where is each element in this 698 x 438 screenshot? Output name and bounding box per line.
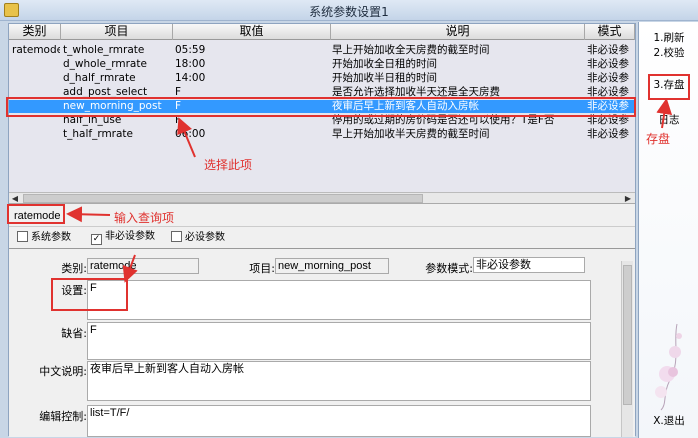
table-cell-mode: 非必设参 [587, 58, 629, 70]
table-cell-desc: 开始加收半日租的时间 [332, 72, 437, 84]
column-header-desc[interactable]: 说明 [331, 24, 585, 40]
title-bar: 系统参数设置1 [0, 0, 698, 21]
scroll-thumb[interactable] [23, 194, 423, 203]
column-header-category[interactable]: 类别 [9, 24, 61, 40]
edit-control-label: 编辑控制: [39, 410, 87, 423]
table-cell-value: 14:00 [175, 72, 206, 84]
description-label: 中文说明: [39, 365, 87, 378]
mode-field[interactable]: 非必设参数 [473, 257, 585, 273]
save-annotation: 存盘 [646, 132, 671, 146]
table-cell-item: t_whole_rmrate [63, 44, 145, 56]
description-field[interactable]: 夜审后早上新到客人自动入房帐 [87, 361, 591, 401]
query-input-highlight [7, 204, 65, 224]
table-cell-desc: 开始加收全日租的时间 [332, 58, 437, 70]
column-header-value[interactable]: 取值 [173, 24, 331, 40]
exit-button[interactable]: X.退出 [639, 414, 698, 428]
category-label: 类别: [61, 262, 87, 275]
checkbox-checked-icon[interactable]: ✓ [91, 234, 102, 245]
table-cell-category: ratemode [12, 44, 60, 56]
column-header-item[interactable]: 项目 [61, 24, 173, 40]
setting-field[interactable]: F [87, 280, 591, 320]
filter-label: 系统参数 [31, 232, 71, 243]
table-cell-category [12, 72, 60, 85]
scroll-left-icon[interactable]: ◀ [9, 193, 21, 203]
table-cell-value: 05:59 [175, 44, 206, 56]
default-label: 缺省: [61, 327, 87, 340]
table-cell-category [12, 58, 60, 71]
edit-control-field[interactable]: list=T/F/ [87, 405, 591, 437]
query-row [9, 205, 635, 227]
table-cell-item: t_half_rmrate [63, 128, 134, 140]
scroll-thumb[interactable] [623, 265, 632, 405]
filter-system-params[interactable]: 系统参数 [17, 231, 71, 245]
detail-vertical-scrollbar[interactable] [621, 261, 633, 437]
window-title: 系统参数设置1 [309, 5, 389, 19]
verify-button[interactable]: 2.校验 [639, 46, 698, 60]
flower-decoration-icon [655, 323, 682, 411]
item-label: 项目: [249, 262, 275, 275]
select-item-annotation: 选择此项 [204, 158, 253, 172]
table-row[interactable]: d_whole_rmrate 18:00 开始加收全日租的时间 非必设参 [9, 58, 635, 71]
scroll-right-icon[interactable]: ▶ [622, 193, 634, 203]
mode-label: 参数模式: [425, 262, 473, 275]
filter-required-params[interactable]: 必设参数 [171, 231, 225, 245]
selected-row-highlight [6, 97, 636, 117]
setting-field-highlight [51, 278, 128, 311]
item-field: new_morning_post [275, 258, 389, 274]
column-header-mode[interactable]: 模式 [585, 24, 635, 40]
table-row[interactable]: ratemode t_whole_rmrate 05:59 早上开始加收全天房费的截至… [9, 44, 635, 57]
save-button-highlight [648, 74, 690, 100]
category-field: ratemode [87, 258, 199, 274]
grid-horizontal-scrollbar[interactable]: ◀ ▶ [9, 192, 635, 203]
grid-header: 类别 项目 取值 说明 模式 [9, 24, 635, 40]
table-cell-value: 18:00 [175, 58, 206, 70]
table-cell-mode: 非必设参 [587, 128, 629, 140]
table-cell-value: 06:00 [175, 128, 206, 140]
input-query-annotation: 输入查询项 [114, 211, 175, 225]
table-cell-category [12, 128, 60, 141]
filter-row: 系统参数 ✓ 非必设参数 必设参数 [9, 228, 635, 246]
main-panel: 类别 项目 取值 说明 模式 ratemode t_whole_rmrate 05:… [8, 23, 636, 437]
table-row[interactable]: t_half_rmrate 06:00 早上开始加收半天房费的截至时间 非必设参 [9, 128, 635, 141]
checkbox-icon[interactable] [171, 231, 182, 242]
log-button[interactable]: 日志 [639, 113, 698, 127]
table-row[interactable]: d_half_rmrate 14:00 开始加收半日租的时间 非必设参 [9, 72, 635, 85]
filter-label: 必设参数 [185, 232, 225, 243]
table-cell-mode: 非必设参 [587, 72, 629, 84]
table-cell-desc: 早上开始加收半天房费的截至时间 [332, 128, 490, 140]
filter-label: 非必设参数 [105, 231, 155, 242]
table-cell-mode: 非必设参 [587, 44, 629, 56]
refresh-button[interactable]: 1.刷新 [639, 31, 698, 45]
checkbox-icon[interactable] [17, 231, 28, 242]
table-cell-desc: 早上开始加收全天房费的截至时间 [332, 44, 490, 56]
detail-panel: 类别: ratemode 项目: new_morning_post 参数模式: … [9, 248, 635, 437]
table-cell-item: d_whole_rmrate [63, 58, 147, 70]
table-cell-item: d_half_rmrate [63, 72, 136, 84]
default-field[interactable]: F [87, 322, 591, 360]
filter-optional-params[interactable]: ✓ 非必设参数 [91, 231, 155, 245]
